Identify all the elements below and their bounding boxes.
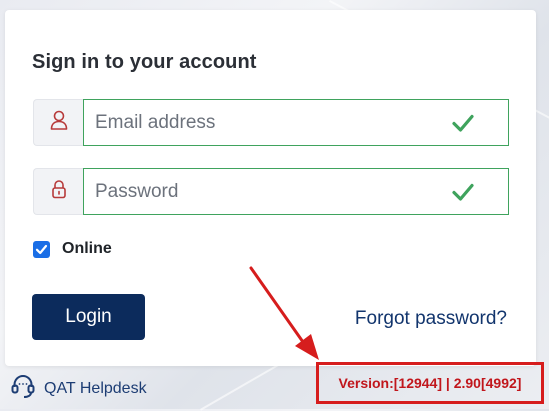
version-highlight-box: Version:[12944] | 2.90[4992]: [316, 362, 544, 404]
online-option: Online: [33, 240, 112, 258]
check-icon: [452, 181, 474, 203]
email-input[interactable]: [84, 100, 508, 145]
email-field-group: [33, 99, 509, 146]
online-label: Online: [62, 240, 112, 257]
login-button[interactable]: Login: [32, 294, 145, 340]
forgot-password-link[interactable]: Forgot password?: [355, 308, 507, 330]
helpdesk-label: QAT Helpdesk: [44, 379, 147, 397]
login-card: Sign in to your account Email address On…: [5, 10, 536, 366]
lock-icon: [51, 179, 67, 204]
password-field-group: [33, 168, 509, 215]
headset-icon: [10, 373, 36, 404]
check-icon: [452, 112, 474, 134]
password-input-wrap: [83, 168, 509, 215]
email-addon: [33, 99, 83, 146]
password-addon: [33, 168, 83, 215]
user-icon: [50, 110, 68, 135]
online-checkbox[interactable]: [33, 240, 50, 258]
helpdesk-link[interactable]: QAT Helpdesk: [10, 373, 147, 404]
page-title: Sign in to your account: [32, 51, 257, 73]
password-input[interactable]: [84, 169, 508, 214]
email-input-wrap: [83, 99, 509, 146]
version-label: Version:[12944] | 2.90[4992]: [338, 375, 522, 391]
